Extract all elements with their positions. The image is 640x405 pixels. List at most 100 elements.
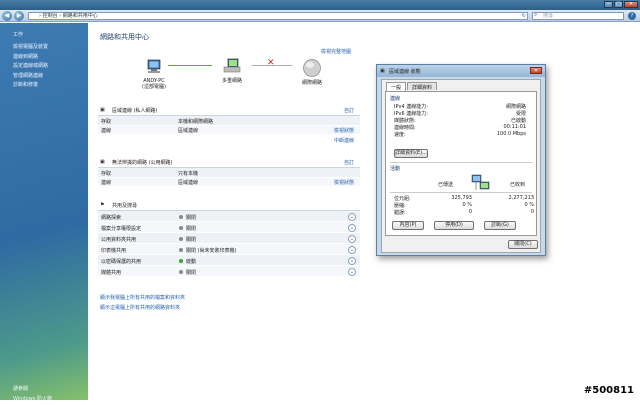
connection-line xyxy=(168,65,212,66)
row-value: 只有本機 xyxy=(178,170,199,177)
sharing-icon: ⚑ xyxy=(100,202,105,208)
sidebar-item-manage-connections[interactable]: 管理網路連線 xyxy=(13,72,48,82)
expand-chevron-icon[interactable]: ⌄ xyxy=(348,256,356,265)
network-section-public: ▣ 無法辨識的網路 (公用網路) 自訂 存取 只有本機 連線 區域連線 檢視狀態 xyxy=(98,157,360,187)
activity-key: 壓縮: xyxy=(394,203,406,209)
status-dot-icon xyxy=(179,236,183,241)
row-key: 連線 xyxy=(101,128,112,134)
sharing-value: 關閉 xyxy=(186,269,197,276)
sidebar-title: 工作 xyxy=(13,32,24,38)
sharing-row[interactable]: 檔案分享權限設定 關閉 ⌄ xyxy=(98,222,360,233)
connection-status-dialog: ▣ 區域連線 狀態 ✕ 一般 詳細資料 連線 IPv4 連線能力: 網際網路 IP… xyxy=(376,64,546,256)
conn-key: 速度: xyxy=(394,132,406,138)
sharing-key: 網路探索 xyxy=(101,214,122,221)
status-dot-icon xyxy=(179,258,183,263)
sharing-row[interactable]: 以密碼保護的共用 啟動 ⌄ xyxy=(98,255,360,266)
conn-value: 受限 xyxy=(515,111,526,117)
table-row: 存取 只有本機 xyxy=(98,168,360,178)
sidebar-item-connect-network[interactable]: 連線到網路 xyxy=(13,53,48,63)
activity-group-title: 活動 xyxy=(390,166,401,172)
main-content: 網路和共用中心 檢視完整地圖 ANDY-PC (這部電腦) 多重網路 ✕ 網際網… xyxy=(88,23,640,400)
conn-value: 已啟動 xyxy=(510,118,526,124)
table-row: 中斷連線 xyxy=(98,135,360,145)
sidebar-item-view-devices[interactable]: 檢視電腦及裝置 xyxy=(13,43,48,53)
forward-icon[interactable]: ▶ xyxy=(14,11,24,21)
dialog-titlebar: ▣ 區域連線 狀態 ✕ xyxy=(377,65,545,77)
row-value: 區域連線 xyxy=(178,180,199,186)
task-sidebar: 工作 檢視電腦及裝置 連線到網路 設定連線或網路 管理網路連線 診斷和修復 請參… xyxy=(0,23,88,402)
expand-chevron-icon[interactable]: ⌄ xyxy=(348,245,356,254)
customize-link[interactable]: 自訂 xyxy=(344,159,354,166)
tab-general[interactable]: 一般 xyxy=(386,82,407,91)
sharing-key: 媒體共用 xyxy=(101,269,122,276)
received-value: 2,277,213 xyxy=(508,195,534,201)
search-placeholder: 搜尋 xyxy=(543,13,554,19)
close-button[interactable]: ✕ xyxy=(624,1,638,8)
expand-chevron-icon[interactable]: ⌄ xyxy=(348,234,356,243)
row-key: 連線 xyxy=(101,180,112,186)
activity-computers-icon xyxy=(471,174,490,190)
conn-key: IPv6 連線能力: xyxy=(394,111,428,117)
see-also-title: 請參閱 xyxy=(13,386,29,392)
details-button[interactable]: 詳細資料(E)... xyxy=(394,149,428,158)
sharing-row[interactable]: 媒體共用 關閉 ⌄ xyxy=(98,266,360,277)
sidebar-item-setup-connection[interactable]: 設定連線或網路 xyxy=(13,62,48,72)
activity-key: 錯誤: xyxy=(394,210,406,216)
connection-group-title: 連線 xyxy=(390,96,401,102)
properties-button[interactable]: 內容(P) xyxy=(392,221,424,230)
maximize-button[interactable]: □ xyxy=(614,1,623,8)
expand-chevron-icon[interactable]: ⌄ xyxy=(348,212,356,221)
disconnected-icon: ✕ xyxy=(267,58,275,68)
expand-chevron-icon[interactable]: ⌄ xyxy=(348,267,356,276)
dialog-close-button[interactable]: 關閉(C) xyxy=(508,240,538,249)
network-icon: ▣ xyxy=(100,159,105,165)
view-full-map-link[interactable]: 檢視完整地圖 xyxy=(321,48,351,55)
internet-node: 網際網路 xyxy=(292,58,332,86)
customize-link[interactable]: 自訂 xyxy=(344,107,354,114)
table-row: 連線 區域連線 檢視狀態 xyxy=(98,177,360,187)
sharing-key: 檔案分享權限設定 xyxy=(101,225,142,232)
sharing-row[interactable]: 印表機共用 關閉 (尚未安裝印表機) ⌄ xyxy=(98,244,360,255)
received-label: 已收到 xyxy=(510,182,526,188)
view-status-link[interactable]: 檢視狀態 xyxy=(334,179,354,186)
minimize-button[interactable]: – xyxy=(604,1,613,8)
sent-value: 0 xyxy=(468,209,472,215)
diagnose-button[interactable]: 診斷(G) xyxy=(484,221,516,230)
disconnect-link[interactable]: 中斷連線 xyxy=(334,137,354,144)
disable-button[interactable]: 停用(D) xyxy=(434,221,474,230)
network-map: ANDY-PC (這部電腦) 多重網路 ✕ 網際網路 xyxy=(128,58,368,108)
conn-key: IPv4 連線能力: xyxy=(394,104,428,110)
expand-chevron-icon[interactable]: ⌄ xyxy=(348,223,356,232)
network-node: 多重網路 xyxy=(212,58,252,84)
show-shared-files-link[interactable]: 顯示我電腦上所有共用的檔案和資料夾 xyxy=(100,294,185,304)
sharing-value: 關閉 xyxy=(186,236,197,243)
dialog-close-icon[interactable]: ✕ xyxy=(530,67,542,74)
network-icon: ▣ xyxy=(100,107,105,113)
status-dot-icon xyxy=(179,269,183,274)
conn-key: 媒體狀態: xyxy=(394,118,416,124)
multiple-networks-icon xyxy=(223,58,241,73)
refresh-icon[interactable]: ↻ xyxy=(522,13,526,19)
back-icon[interactable]: ◀ xyxy=(2,11,12,21)
sharing-key: 公用資料夾共用 xyxy=(101,236,137,243)
network-label: 多重網路 xyxy=(221,78,242,84)
sharing-row[interactable]: 公用資料夾共用 關閉 ⌄ xyxy=(98,233,360,244)
address-field[interactable]: › 控制台 › 網路和共用中心 ↻ xyxy=(28,12,528,20)
status-dot-icon xyxy=(179,247,183,252)
search-input[interactable]: ⌕ 搜尋 xyxy=(532,12,624,20)
internet-label: 網際網路 xyxy=(301,80,322,86)
sharing-row[interactable]: 網路探索 關閉 ⌄ xyxy=(98,211,360,222)
help-icon[interactable]: ? xyxy=(628,12,636,20)
status-dot-icon xyxy=(179,225,183,230)
conn-value: 網際網路 xyxy=(505,104,526,110)
table-row: 連線 區域連線 檢視狀態 xyxy=(98,125,360,135)
globe-icon xyxy=(303,59,321,77)
view-status-link[interactable]: 檢視狀態 xyxy=(334,127,354,134)
row-key: 存取 xyxy=(101,170,112,177)
sidebar-task-list: 檢視電腦及裝置 連線到網路 設定連線或網路 管理網路連線 診斷和修復 xyxy=(13,43,48,91)
show-shared-folders-link[interactable]: 顯示這電腦上所有共用的網路資料夾 xyxy=(100,304,185,314)
sidebar-item-diagnose[interactable]: 診斷和修復 xyxy=(13,81,48,91)
status-dot-icon xyxy=(179,214,183,219)
network-icon: ▣ xyxy=(380,68,385,74)
tab-details[interactable]: 詳細資料 xyxy=(407,82,438,91)
